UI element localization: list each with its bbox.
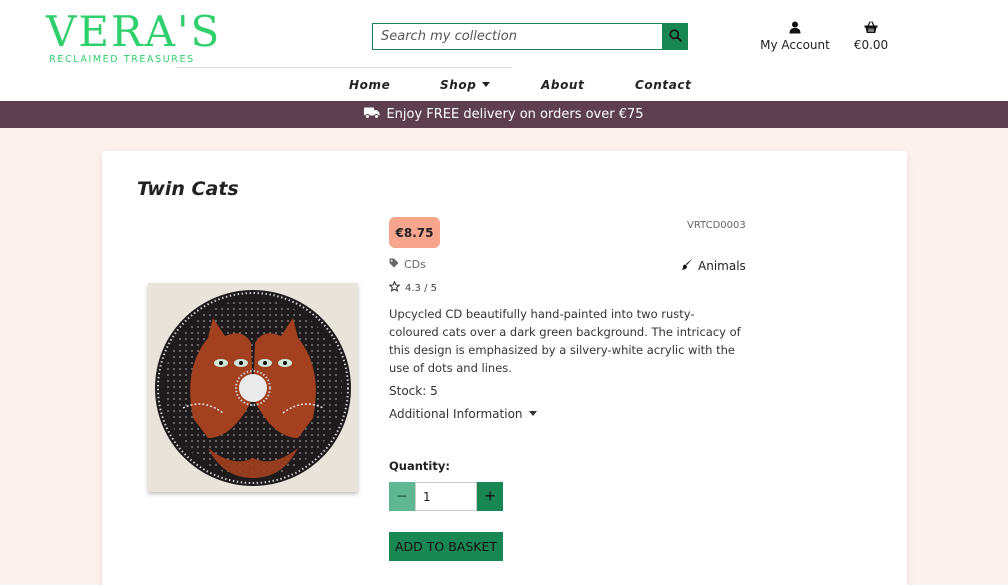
basket-total: €0.00 (853, 38, 889, 52)
search-button[interactable] (662, 23, 688, 50)
search-icon (668, 28, 682, 45)
quantity-stepper: − + (389, 482, 503, 511)
decrement-button[interactable]: − (389, 482, 415, 511)
plus-icon: + (484, 486, 496, 506)
stock-count: Stock: 5 (389, 384, 438, 398)
nav-contact[interactable]: Contact (635, 78, 691, 92)
user-icon (755, 18, 835, 36)
product-sku: VRTCD0003 (687, 220, 746, 231)
quantity-input[interactable] (415, 482, 477, 511)
header-divider (176, 67, 512, 68)
site-header: VERA'S RECLAIMED TREASURES My Account €0… (0, 0, 1008, 101)
truck-icon (364, 107, 380, 123)
search-bar (372, 23, 688, 50)
product-theme[interactable]: Animals (681, 258, 746, 273)
minus-icon: − (396, 486, 408, 506)
brand-logo[interactable]: VERA'S RECLAIMED TREASURES (46, 7, 222, 66)
basket-icon (848, 18, 894, 36)
caret-down-icon (528, 411, 537, 416)
brand-tagline: RECLAIMED TREASURES (49, 54, 195, 65)
product-rating: 4.3 / 5 (388, 280, 437, 295)
my-account-link[interactable]: My Account (755, 18, 835, 52)
category-label: CDs (404, 258, 426, 271)
tag-icon (389, 258, 399, 271)
additional-info-label: Additional Information (389, 407, 523, 421)
quantity-label: Quantity: (389, 459, 450, 473)
star-icon (388, 280, 401, 295)
theme-label: Animals (698, 258, 746, 273)
search-input[interactable] (372, 23, 662, 50)
additional-info-toggle[interactable]: Additional Information (389, 407, 537, 421)
promo-text: Enjoy FREE delivery on orders over €75 (386, 107, 644, 122)
product-card: Twin Cats €8.75 VRTCD0003 CDs Animals 4.… (102, 151, 907, 585)
paintbrush-icon (681, 258, 693, 273)
caret-down-icon (482, 82, 491, 87)
nav-home[interactable]: Home (349, 78, 390, 92)
product-title: Twin Cats (137, 178, 239, 200)
nav-shop[interactable]: Shop (440, 78, 491, 92)
product-category[interactable]: CDs (389, 258, 426, 271)
nav-shop-label: Shop (440, 78, 477, 92)
main-nav: Home Shop About Contact (0, 76, 1008, 94)
price-badge: €8.75 (389, 217, 440, 248)
my-account-label: My Account (760, 38, 830, 52)
basket-link[interactable]: €0.00 (848, 18, 894, 52)
product-image (148, 283, 358, 492)
product-description: Upcycled CD beautifully hand-painted int… (389, 307, 741, 375)
nav-about[interactable]: About (541, 78, 584, 92)
rating-value: 4.3 / 5 (405, 282, 437, 294)
add-to-basket-button[interactable]: ADD TO BASKET (389, 532, 503, 561)
promo-banner: Enjoy FREE delivery on orders over €75 (0, 101, 1008, 128)
increment-button[interactable]: + (477, 482, 503, 511)
brand-name: VERA'S (46, 7, 222, 56)
